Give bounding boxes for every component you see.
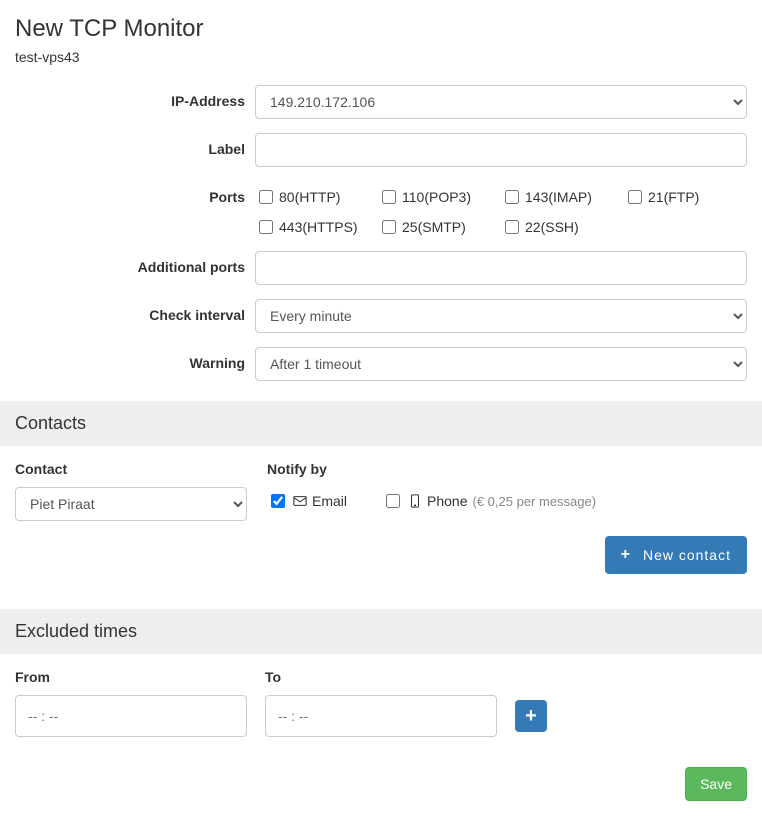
contact-label: Contact: [15, 461, 247, 477]
port-checkbox-110[interactable]: 110(POP3): [378, 187, 501, 207]
page-subtitle: test-vps43: [15, 49, 762, 65]
from-label: From: [15, 669, 247, 685]
port-checkbox-80[interactable]: 80(HTTP): [255, 187, 378, 207]
add-time-button[interactable]: +: [515, 700, 547, 732]
new-contact-button[interactable]: + New contact: [605, 536, 747, 574]
contacts-section-header: Contacts: [0, 401, 762, 446]
notify-email-checkbox[interactable]: Email: [267, 491, 347, 511]
port-checkbox-143[interactable]: 143(IMAP): [501, 187, 624, 207]
excluded-times-section-header: Excluded times: [0, 609, 762, 654]
ip-address-select[interactable]: 149.210.172.106: [255, 85, 747, 119]
contact-select[interactable]: Piet Piraat: [15, 487, 247, 521]
phone-price-note: (€ 0,25 per message): [473, 494, 597, 509]
port-checkbox-21[interactable]: 21(FTP): [624, 187, 747, 207]
email-icon: [293, 494, 307, 508]
notify-phone-checkbox[interactable]: Phone (€ 0,25 per message): [382, 491, 596, 511]
warning-label: Warning: [15, 347, 255, 371]
page-title: New TCP Monitor: [15, 15, 762, 43]
check-interval-label: Check interval: [15, 299, 255, 323]
port-checkbox-443[interactable]: 443(HTTPS): [255, 217, 378, 237]
notify-by-label: Notify by: [267, 461, 747, 477]
phone-icon: [408, 494, 422, 508]
label-input[interactable]: [255, 133, 747, 167]
to-label: To: [265, 669, 497, 685]
label-label: Label: [15, 133, 255, 157]
additional-ports-label: Additional ports: [15, 251, 255, 275]
check-interval-select[interactable]: Every minute: [255, 299, 747, 333]
warning-select[interactable]: After 1 timeout: [255, 347, 747, 381]
to-time-input[interactable]: [265, 695, 497, 737]
plus-icon: +: [621, 546, 631, 564]
port-checkbox-25[interactable]: 25(SMTP): [378, 217, 501, 237]
ports-label: Ports: [15, 181, 255, 205]
additional-ports-input[interactable]: [255, 251, 747, 285]
port-checkbox-22[interactable]: 22(SSH): [501, 217, 624, 237]
save-button[interactable]: Save: [685, 767, 747, 801]
from-time-input[interactable]: [15, 695, 247, 737]
plus-icon: +: [525, 705, 537, 728]
ip-address-label: IP-Address: [15, 85, 255, 109]
